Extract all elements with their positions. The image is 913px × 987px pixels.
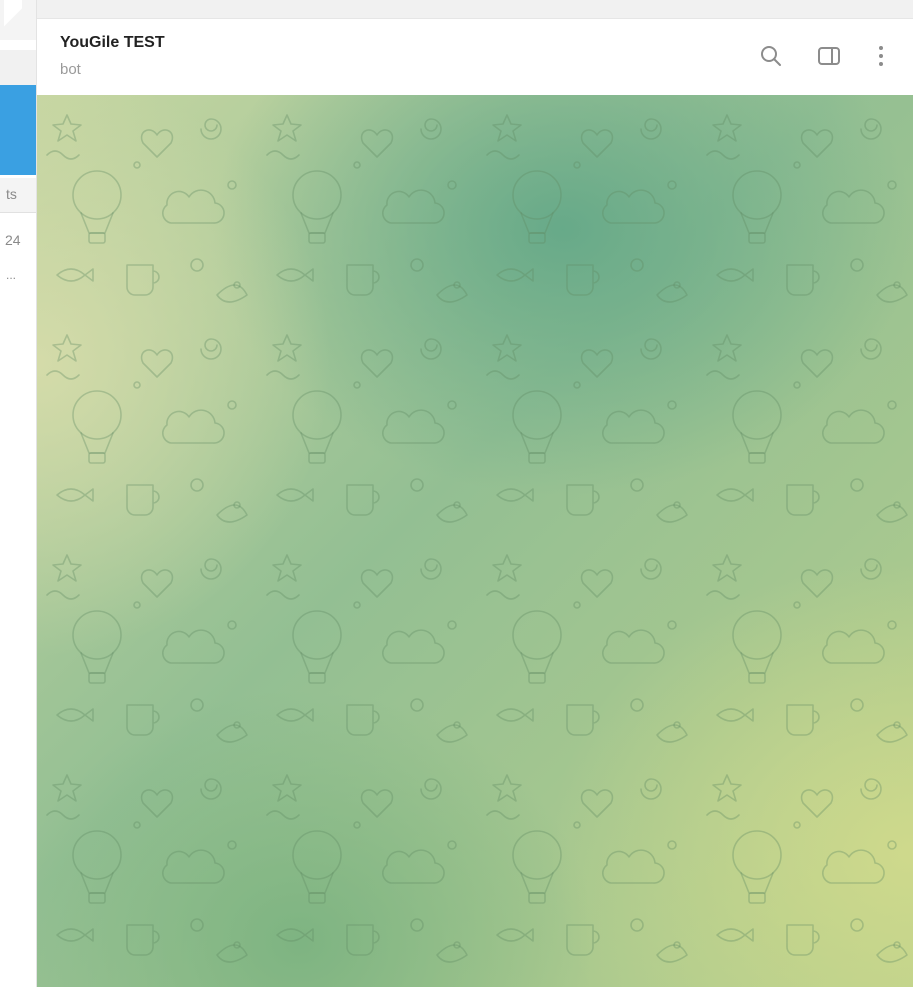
- chat-status: bot: [60, 61, 81, 78]
- chat-wallpaper[interactable]: [37, 95, 913, 987]
- chat-list-sidebar: ts 24 ...: [0, 0, 37, 987]
- search-icon[interactable]: [758, 43, 784, 69]
- chat-list-snippet: ...: [6, 268, 17, 282]
- chat-header[interactable]: YouGile TEST bot: [37, 18, 913, 96]
- doodle-pattern: [37, 95, 913, 987]
- chat-list-item-active[interactable]: [0, 85, 36, 175]
- chat-title[interactable]: YouGile TEST: [60, 34, 165, 52]
- sidebar-toggle-icon[interactable]: [816, 43, 842, 69]
- sidebar-corner: [4, 0, 22, 40]
- chat-list-snippet: 24: [5, 232, 21, 248]
- chat-list-snippet: ts: [6, 186, 17, 202]
- more-options-icon[interactable]: [868, 43, 894, 69]
- telegram-window: ts 24 ... YouGile TEST bot: [0, 0, 913, 987]
- chat-list-item[interactable]: [0, 50, 36, 85]
- chat-list-item[interactable]: ts: [0, 178, 36, 213]
